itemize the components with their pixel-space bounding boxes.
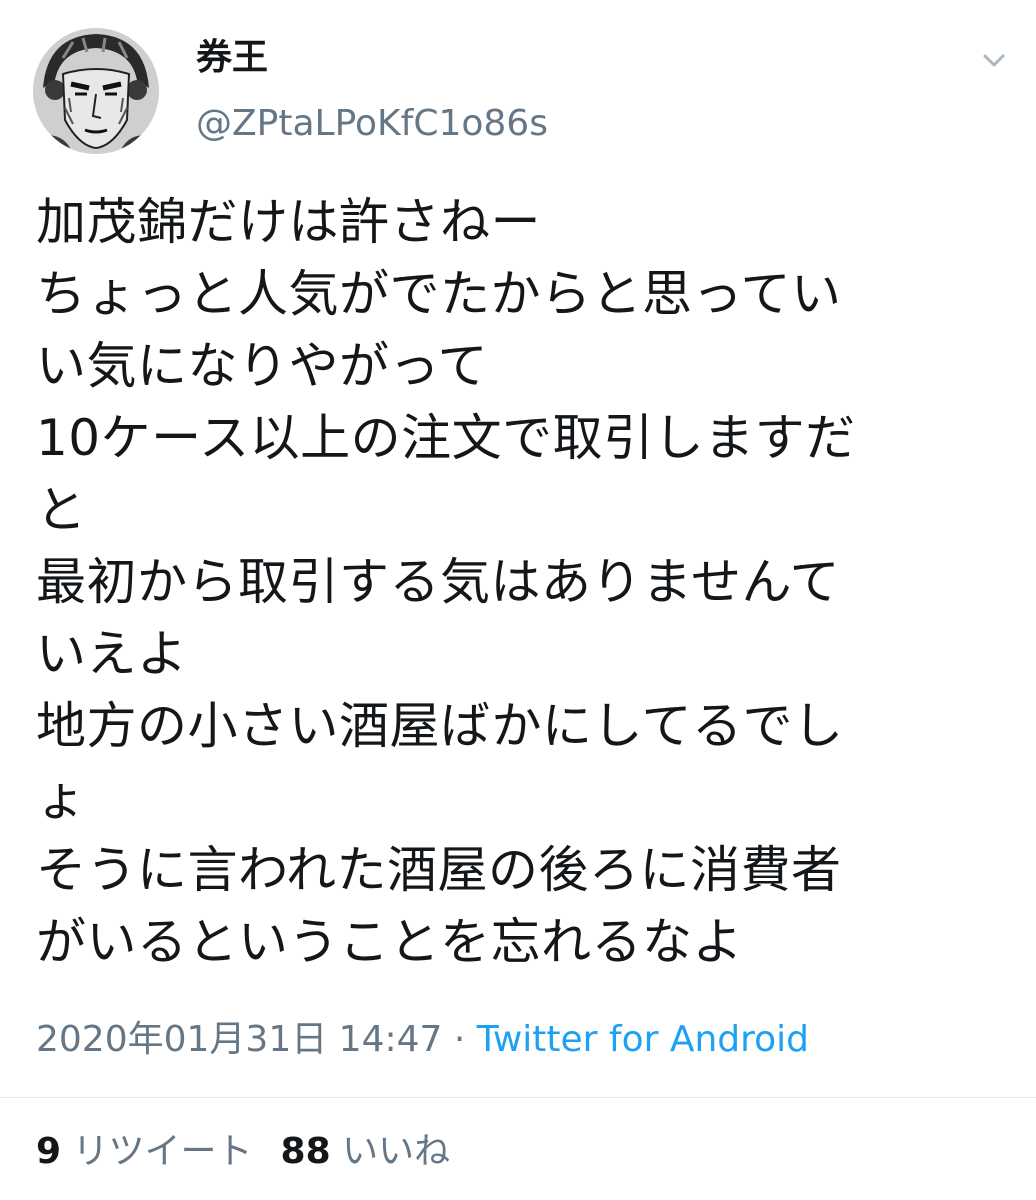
display-name[interactable]: 券王 bbox=[196, 36, 268, 80]
manga-portrait-icon bbox=[33, 28, 159, 154]
avatar[interactable] bbox=[33, 28, 159, 154]
tweet-text-line: そうに言われた酒屋の後ろに消費者 bbox=[36, 841, 842, 899]
tweet-text: 加茂錦だけは許さねー ちょっと人気がでたからと思ってい い気になりやがって 10… bbox=[36, 186, 976, 978]
meta-separator: · bbox=[453, 1019, 466, 1060]
divider bbox=[0, 1097, 1036, 1098]
likes-stat[interactable]: 88 いいね bbox=[281, 1131, 451, 1172]
retweets-count: 9 bbox=[36, 1131, 62, 1172]
tweet-text-line: ちょっと人気がでたからと思ってい bbox=[36, 265, 842, 323]
tweet-text-line: と bbox=[36, 481, 87, 539]
tweet-text-line: い気になりやがって bbox=[36, 337, 488, 395]
timestamp[interactable]: 2020年01月31日 14:47 bbox=[36, 1019, 442, 1060]
tweet-text-line: 10ケース以上の注文で取引しますだ bbox=[36, 409, 856, 467]
tweet-text-line: 加茂錦だけは許さねー bbox=[36, 193, 541, 251]
user-handle[interactable]: @ZPtaLPoKfC1o86s bbox=[196, 102, 548, 146]
tweet-text-line: ょ bbox=[36, 769, 87, 827]
tweet-text-line: 地方の小さい酒屋ばかにしてるでし bbox=[36, 697, 844, 755]
tweet-text-line: がいるということを忘れるなよ bbox=[36, 913, 743, 971]
tweet-text-line: 最初から取引する気はありませんて bbox=[36, 553, 840, 611]
tweet-stats: 9 リツイート 88 いいね bbox=[36, 1128, 450, 1176]
chevron-down-icon[interactable] bbox=[980, 46, 1008, 74]
likes-label: いいね bbox=[342, 1131, 451, 1172]
retweets-label: リツイート bbox=[72, 1131, 253, 1172]
likes-count: 88 bbox=[280, 1131, 331, 1172]
source-link[interactable]: Twitter for Android bbox=[477, 1019, 809, 1060]
retweets-stat[interactable]: 9 リツイート bbox=[36, 1131, 253, 1172]
tweet-text-line: いえよ bbox=[36, 625, 188, 683]
tweet-meta: 2020年01月31日 14:47 · Twitter for Android bbox=[36, 1016, 809, 1064]
